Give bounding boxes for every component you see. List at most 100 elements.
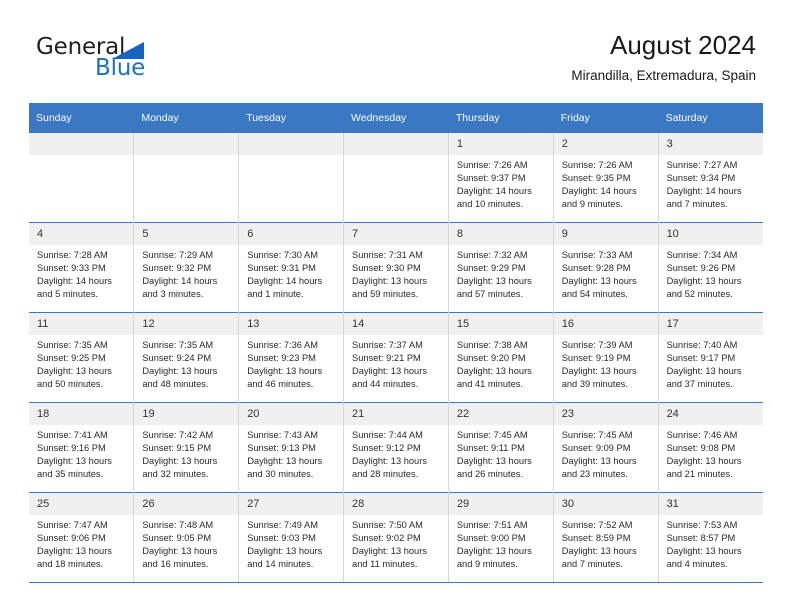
calendar-day-cell[interactable]: 21 Sunrise: 7:44 AM Sunset: 9:12 PM Dayligh…: [343, 402, 449, 493]
calendar-day-cell[interactable]: 30 Sunrise: 7:52 AM Sunset: 8:59 PM Dayligh…: [553, 492, 659, 583]
day-detail-line: Sunset: 9:25 PM: [37, 353, 106, 364]
calendar-day-cell[interactable]: 27 Sunrise: 7:49 AM Sunset: 9:03 PM Dayligh…: [238, 492, 345, 583]
day-detail-line: Daylight: 13 hours: [352, 366, 427, 377]
weekday-header-sunday: Sunday: [29, 103, 135, 133]
day-number: 8: [448, 223, 553, 245]
calendar-day-cell[interactable]: 5 Sunrise: 7:29 AM Sunset: 9:32 PM Daylight…: [133, 222, 240, 313]
day-number: [29, 133, 134, 155]
calendar-day-cell[interactable]: 19 Sunrise: 7:42 AM Sunset: 9:15 PM Dayligh…: [133, 402, 240, 493]
day-detail-line: and 16 minutes.: [142, 559, 209, 570]
day-number: 21: [344, 403, 448, 425]
day-details: Sunrise: 7:46 AM Sunset: 9:08 PM Daylight:…: [659, 425, 763, 481]
calendar-day-cell[interactable]: 18 Sunrise: 7:41 AM Sunset: 9:16 PM Dayligh…: [29, 402, 135, 493]
day-detail-line: Sunset: 8:57 PM: [666, 533, 736, 544]
day-detail-line: Daylight: 14 hours: [37, 276, 112, 287]
day-number: 22: [448, 403, 553, 425]
calendar-day-cell[interactable]: 17 Sunrise: 7:40 AM Sunset: 9:17 PM Dayligh…: [658, 312, 763, 403]
day-detail-line: Sunrise: 7:46 AM: [666, 430, 738, 440]
day-detail-line: and 54 minutes.: [561, 289, 628, 300]
calendar-day-cell[interactable]: 9 Sunrise: 7:33 AM Sunset: 9:28 PM Daylight…: [553, 222, 659, 313]
page-subtitle: Mirandilla, Extremadura, Spain: [571, 68, 756, 83]
day-details: Sunrise: 7:45 AM Sunset: 9:11 PM Daylight:…: [449, 425, 553, 481]
calendar-day-cell[interactable]: 12 Sunrise: 7:35 AM Sunset: 9:24 PM Dayligh…: [133, 312, 240, 403]
calendar-day-cell[interactable]: 14 Sunrise: 7:37 AM Sunset: 9:21 PM Dayligh…: [343, 312, 449, 403]
calendar-day-cell[interactable]: 23 Sunrise: 7:45 AM Sunset: 9:09 PM Dayligh…: [553, 402, 659, 493]
calendar-page: General Blue August 2024 Mirandilla, Ext…: [0, 0, 792, 612]
day-number: 17: [658, 313, 763, 335]
day-number: 1: [448, 133, 553, 155]
day-details: Sunrise: 7:37 AM Sunset: 9:21 PM Daylight:…: [344, 335, 448, 391]
day-detail-line: Sunset: 9:09 PM: [561, 443, 631, 454]
calendar-day-cell[interactable]: 25 Sunrise: 7:47 AM Sunset: 9:06 PM Dayligh…: [29, 492, 135, 583]
day-number: 12: [134, 313, 239, 335]
day-detail-line: Daylight: 13 hours: [352, 546, 427, 557]
day-detail-line: Sunrise: 7:28 AM: [37, 250, 108, 260]
calendar-day-cell[interactable]: 8 Sunrise: 7:32 AM Sunset: 9:29 PM Daylight…: [448, 222, 554, 313]
weekday-header-friday: Friday: [553, 103, 659, 133]
day-details: [239, 155, 343, 159]
day-number: 2: [553, 133, 658, 155]
day-detail-line: and 1 minute.: [247, 289, 304, 300]
day-details: Sunrise: 7:35 AM Sunset: 9:24 PM Daylight:…: [134, 335, 238, 391]
day-detail-line: Sunset: 9:20 PM: [456, 353, 526, 364]
day-detail-line: and 46 minutes.: [247, 379, 314, 390]
calendar-day-cell[interactable]: 4 Sunrise: 7:28 AM Sunset: 9:33 PM Daylight…: [29, 222, 135, 313]
day-detail-line: Sunset: 9:29 PM: [456, 263, 526, 274]
calendar-day-cell[interactable]: 16 Sunrise: 7:39 AM Sunset: 9:19 PM Dayligh…: [553, 312, 659, 403]
day-details: Sunrise: 7:34 AM Sunset: 9:26 PM Daylight:…: [659, 245, 763, 301]
title-block: August 2024 Mirandilla, Extremadura, Spa…: [571, 28, 756, 86]
calendar-day-cell[interactable]: 20 Sunrise: 7:43 AM Sunset: 9:13 PM Dayligh…: [238, 402, 345, 493]
calendar-day-cell[interactable]: 15 Sunrise: 7:38 AM Sunset: 9:20 PM Dayligh…: [448, 312, 554, 403]
calendar-day-cell[interactable]: 2 Sunrise: 7:26 AM Sunset: 9:35 PM Daylight…: [553, 132, 659, 223]
day-detail-line: and 4 minutes.: [666, 559, 728, 570]
day-detail-line: Sunrise: 7:27 AM: [666, 160, 738, 170]
calendar-day-cell[interactable]: 28 Sunrise: 7:50 AM Sunset: 9:02 PM Dayligh…: [343, 492, 449, 583]
day-number: 27: [239, 493, 344, 515]
calendar-day-cell[interactable]: 10 Sunrise: 7:34 AM Sunset: 9:26 PM Dayligh…: [658, 222, 763, 313]
day-detail-line: Sunrise: 7:52 AM: [561, 520, 633, 530]
calendar-day-cell[interactable]: 31 Sunrise: 7:53 AM Sunset: 8:57 PM Dayligh…: [658, 492, 763, 583]
day-detail-line: Sunrise: 7:45 AM: [561, 430, 633, 440]
day-detail-line: and 52 minutes.: [666, 289, 733, 300]
day-detail-line: Daylight: 14 hours: [561, 186, 637, 197]
calendar-day-cell[interactable]: 6 Sunrise: 7:30 AM Sunset: 9:31 PM Daylight…: [238, 222, 345, 313]
calendar-day-cell[interactable]: 22 Sunrise: 7:45 AM Sunset: 9:11 PM Dayligh…: [448, 402, 554, 493]
day-detail-line: Daylight: 13 hours: [561, 546, 637, 557]
day-detail-line: Daylight: 13 hours: [37, 366, 112, 377]
calendar-day-cell[interactable]: 11 Sunrise: 7:35 AM Sunset: 9:25 PM Dayligh…: [29, 312, 135, 403]
day-details: Sunrise: 7:33 AM Sunset: 9:28 PM Daylight:…: [554, 245, 658, 301]
calendar-day-cell[interactable]: 24 Sunrise: 7:46 AM Sunset: 9:08 PM Dayligh…: [658, 402, 763, 493]
day-number: 28: [344, 493, 448, 515]
general-blue-logo[interactable]: General Blue: [36, 34, 256, 90]
day-detail-line: Sunrise: 7:30 AM: [247, 250, 318, 260]
day-detail-line: Daylight: 14 hours: [456, 186, 532, 197]
calendar-day-cell[interactable]: 13 Sunrise: 7:36 AM Sunset: 9:23 PM Dayligh…: [238, 312, 345, 403]
day-detail-line: Sunrise: 7:53 AM: [666, 520, 738, 530]
day-detail-line: Sunrise: 7:31 AM: [352, 250, 423, 260]
calendar-day-cell[interactable]: 7 Sunrise: 7:31 AM Sunset: 9:30 PM Daylight…: [343, 222, 449, 313]
calendar-day-cell[interactable]: 1 Sunrise: 7:26 AM Sunset: 9:37 PM Daylight…: [448, 132, 554, 223]
calendar-day-cell[interactable]: 29 Sunrise: 7:51 AM Sunset: 9:00 PM Dayligh…: [448, 492, 554, 583]
day-detail-line: and 7 minutes.: [561, 559, 623, 570]
day-detail-line: Sunset: 9:24 PM: [142, 353, 212, 364]
day-details: [29, 155, 133, 159]
day-detail-line: Daylight: 13 hours: [666, 456, 742, 467]
day-detail-line: and 5 minutes.: [37, 289, 98, 300]
day-details: Sunrise: 7:50 AM Sunset: 9:02 PM Daylight:…: [344, 515, 448, 571]
day-number: 5: [134, 223, 239, 245]
day-details: Sunrise: 7:51 AM Sunset: 9:00 PM Daylight:…: [449, 515, 553, 571]
day-detail-line: Daylight: 13 hours: [666, 366, 742, 377]
day-detail-line: Sunset: 9:31 PM: [247, 263, 316, 274]
calendar-day-cell[interactable]: 26 Sunrise: 7:48 AM Sunset: 9:05 PM Dayligh…: [133, 492, 240, 583]
day-detail-line: Sunset: 9:08 PM: [666, 443, 736, 454]
calendar-week-row: 25 Sunrise: 7:47 AM Sunset: 9:06 PM Dayligh…: [29, 492, 763, 583]
calendar-week-row: 11 Sunrise: 7:35 AM Sunset: 9:25 PM Dayligh…: [29, 312, 763, 403]
day-number: 13: [239, 313, 344, 335]
day-detail-line: Sunset: 9:33 PM: [37, 263, 106, 274]
day-detail-line: Sunset: 8:59 PM: [561, 533, 631, 544]
day-detail-line: and 44 minutes.: [352, 379, 419, 390]
day-number: [344, 133, 448, 155]
day-detail-line: Sunset: 9:17 PM: [666, 353, 736, 364]
day-number: 20: [239, 403, 344, 425]
calendar-day-cell[interactable]: 3 Sunrise: 7:27 AM Sunset: 9:34 PM Daylight…: [658, 132, 763, 223]
